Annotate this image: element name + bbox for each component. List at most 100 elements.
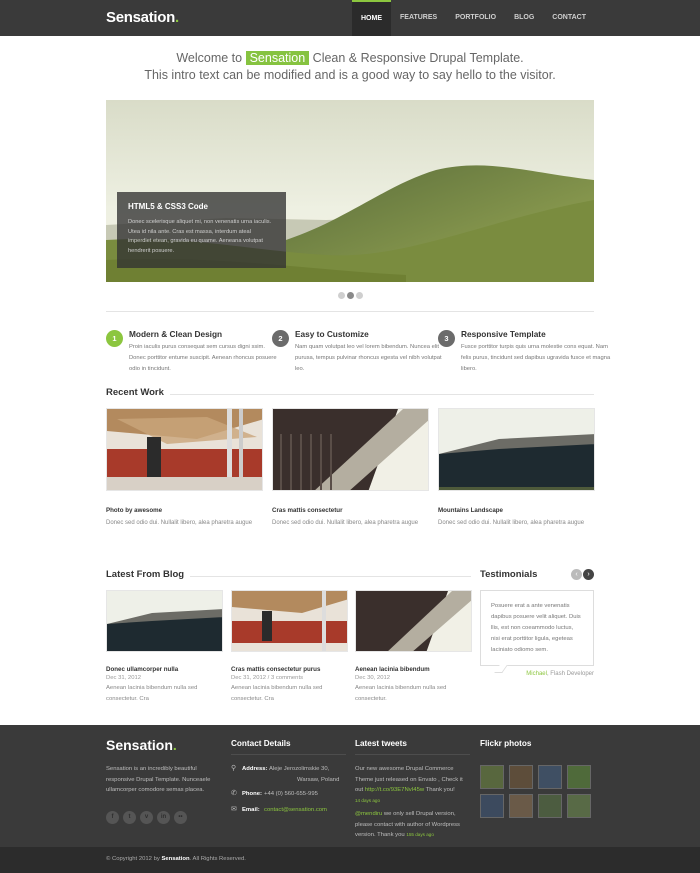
slider-dots	[338, 292, 363, 299]
flickr-photo[interactable]	[480, 765, 504, 789]
feature-title: Modern & Clean Design	[129, 329, 223, 339]
twitter-icon[interactable]: t	[123, 811, 136, 824]
feature-title: Easy to Customize	[295, 329, 369, 339]
tweets-title: Latest tweets	[355, 739, 407, 748]
flickr-photo[interactable]	[538, 765, 562, 789]
testimonial-quote: Posuere erat a ante venenatis dapibus po…	[480, 590, 594, 666]
tweet-2: @mendiru we only sell Drupal version, pl…	[355, 811, 460, 838]
work-title[interactable]: Photo by awesome	[106, 507, 263, 514]
post-title[interactable]: Donec ullamcorper nulla	[106, 666, 223, 673]
tweet-1: Our new awesome Drupal Commerce Theme ju…	[355, 766, 463, 803]
divider	[355, 754, 470, 755]
work-thumbnail[interactable]	[106, 408, 263, 491]
divider	[231, 754, 346, 755]
flickr-photo[interactable]	[480, 794, 504, 818]
work-title[interactable]: Cras mattis consectetur	[272, 507, 429, 514]
flickr-photo[interactable]	[567, 765, 591, 789]
flickr-title: Flickr photos	[480, 739, 532, 748]
post-thumbnail[interactable]	[231, 590, 348, 652]
feature-text: Proin iaculis purus consequat sem cursus…	[129, 344, 277, 372]
divider	[106, 394, 594, 395]
testimonial-tail	[494, 665, 508, 673]
flickr-photo[interactable]	[538, 794, 562, 818]
footer-logo[interactable]: Sensation.	[106, 737, 177, 753]
blog-post-2[interactable]: Cras mattis consectetur purus Dec 31, 20…	[231, 590, 348, 705]
phone-icon: ✆	[231, 790, 237, 797]
header: Sensation. HOME FEATURES PORTFOLIO BLOG …	[0, 0, 700, 36]
copyright: © Copyright 2012 by Sensation. All Right…	[106, 856, 246, 862]
post-meta: Dec 31, 2012	[106, 675, 142, 681]
feature-number: 2	[272, 330, 289, 347]
feature-number: 1	[106, 330, 123, 347]
facebook-icon[interactable]: f	[106, 811, 119, 824]
vimeo-icon[interactable]: v	[140, 811, 153, 824]
feature-text: Nam quam volutpat leo vel lorem bibendum…	[295, 344, 442, 372]
work-text: Donec sed odio dui. Nullalit libero, ale…	[438, 520, 585, 526]
post-excerpt: Aenean lacinia bibendum nulla sed consec…	[106, 685, 198, 702]
contact-address: ⚲ Address: Aleje Jerozolimskie 30, Warsa…	[231, 765, 340, 783]
slide-text: Donec scelerisque aliquet mi, non venena…	[128, 219, 272, 254]
contact-title: Contact Details	[231, 739, 291, 748]
post-title[interactable]: Aenean lacinia bibendum	[355, 666, 472, 673]
contact-email: ✉ Email: contact@sensation.com	[231, 805, 346, 816]
slider-dot-3[interactable]	[356, 292, 363, 299]
tweet-user-link[interactable]: @mendiru	[355, 811, 382, 817]
flickr-icon[interactable]: ••	[174, 811, 187, 824]
nav-contact[interactable]: CONTACT	[543, 0, 595, 36]
slide-caption: HTML5 & CSS3 Code Donec scelerisque aliq…	[117, 192, 286, 268]
linkedin-icon[interactable]: in	[157, 811, 170, 824]
hero-slider[interactable]: HTML5 & CSS3 Code Donec scelerisque aliq…	[106, 100, 594, 282]
post-meta: Dec 31, 2012 / 3 comments	[231, 675, 304, 681]
slider-dot-1[interactable]	[338, 292, 345, 299]
nav-portfolio[interactable]: PORTFOLIO	[446, 0, 505, 36]
work-thumbnail[interactable]	[438, 408, 595, 491]
nav-blog[interactable]: BLOG	[505, 0, 543, 36]
main-nav: HOME FEATURES PORTFOLIO BLOG CONTACT	[352, 0, 595, 36]
location-icon: ⚲	[231, 765, 237, 772]
testimonial-next-button[interactable]: ›	[583, 569, 594, 580]
email-link[interactable]: contact@sensation.com	[264, 805, 327, 816]
nav-home[interactable]: HOME	[352, 0, 391, 36]
testimonial-prev-button[interactable]: ‹	[571, 569, 582, 580]
footer-about: Sensation is an incredibly beautiful res…	[106, 766, 211, 793]
testimonial-author: Michael, Flash Developer	[526, 671, 594, 677]
work-item-3[interactable]: Mountains Landscape Donec sed odio dui. …	[438, 408, 595, 529]
post-excerpt: Aenean lacinia bibendum nulla sed consec…	[355, 685, 447, 702]
bottom-bar	[0, 847, 700, 873]
slide-title: HTML5 & CSS3 Code	[128, 202, 209, 211]
contact-phone: ✆ Phone: +44 (0) 560-655-995	[231, 789, 346, 800]
intro-text: Welcome to Sensation Clean & Responsive …	[144, 51, 556, 82]
recent-work-heading: Recent Work	[106, 387, 170, 398]
feature-title: Responsive Template	[461, 329, 546, 339]
work-text: Donec sed odio dui. Nullalit libero, ale…	[272, 520, 419, 526]
slider-dot-2[interactable]	[347, 292, 354, 299]
work-item-2[interactable]: Cras mattis consectetur Donec sed odio d…	[272, 408, 429, 529]
post-excerpt: Aenean lacinia bibendum nulla sed consec…	[231, 685, 323, 702]
tweet-date: 155 days ago	[406, 832, 434, 837]
post-meta: Dec 30, 2012	[355, 675, 391, 681]
tweet-date: 14 days ago	[355, 797, 381, 803]
flickr-photo[interactable]	[509, 765, 533, 789]
divider	[106, 311, 594, 312]
intro-highlight: Sensation	[245, 51, 310, 65]
testimonials-heading: Testimonials	[480, 569, 544, 580]
work-item-1[interactable]: Photo by awesome Donec sed odio dui. Nul…	[106, 408, 263, 529]
blog-post-3[interactable]: Aenean lacinia bibendum Dec 30, 2012 Aen…	[355, 590, 472, 705]
feature-text: Fusce porttitor turpis quis urna molesti…	[461, 344, 611, 372]
flickr-photo[interactable]	[509, 794, 533, 818]
nav-features[interactable]: FEATURES	[391, 0, 446, 36]
post-thumbnail[interactable]	[355, 590, 472, 652]
post-title[interactable]: Cras mattis consectetur purus	[231, 666, 348, 673]
blog-heading: Latest From Blog	[106, 569, 191, 580]
work-title[interactable]: Mountains Landscape	[438, 507, 595, 514]
post-thumbnail[interactable]	[106, 590, 223, 652]
blog-post-1[interactable]: Donec ullamcorper nulla Dec 31, 2012 Aen…	[106, 590, 223, 705]
flickr-photo[interactable]	[567, 794, 591, 818]
work-text: Donec sed odio dui. Nullalit libero, ale…	[106, 520, 253, 526]
footer	[0, 725, 700, 847]
work-thumbnail[interactable]	[272, 408, 429, 491]
logo[interactable]: Sensation.	[106, 9, 179, 26]
mail-icon: ✉	[231, 806, 237, 813]
feature-number: 3	[438, 330, 455, 347]
tweet-link[interactable]: http://t.co/93E7NvI45w	[365, 787, 424, 793]
